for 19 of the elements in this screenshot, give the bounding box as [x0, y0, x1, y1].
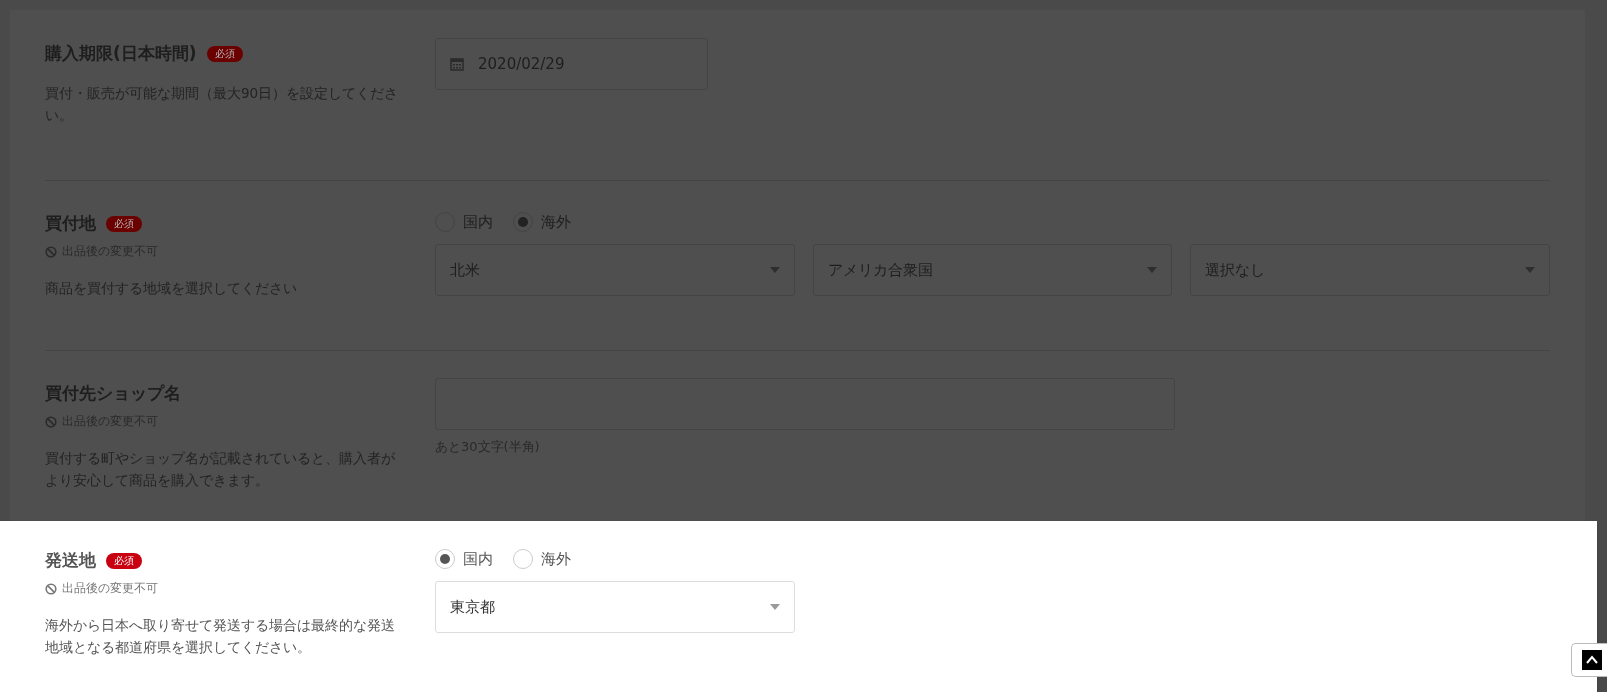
- required-badge: 必須: [106, 215, 142, 232]
- required-badge: 必須: [206, 45, 243, 62]
- caret-icon: [769, 267, 780, 273]
- prohibited-icon: [45, 245, 57, 258]
- prohibited-icon: [45, 415, 57, 428]
- caret-icon: [1147, 267, 1158, 273]
- scroll-to-top-button[interactable]: [1571, 643, 1607, 677]
- required-badge: 必須: [106, 552, 142, 569]
- caret-icon: [1525, 267, 1535, 273]
- radio-option[interactable]: 海外: [513, 549, 571, 570]
- dropdown[interactable]: 東京都: [435, 581, 795, 634]
- caret-up-icon: [1582, 650, 1602, 670]
- radio-option[interactable]: 国内: [435, 549, 493, 570]
- field-description: 海外から日本へ取り寄せて発送する場合は最終的な発送地域となる都道府県を選択してください。: [45, 616, 396, 657]
- locked-note: 出品後の変更不可: [62, 580, 158, 598]
- field-title: 発送地: [45, 549, 96, 573]
- calendar-icon: [450, 57, 464, 71]
- prohibited-icon: [45, 582, 57, 595]
- caret-icon: [770, 604, 780, 611]
